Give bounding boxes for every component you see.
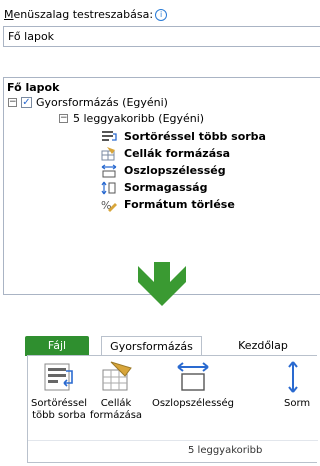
tab-checkbox[interactable]: ✓ [21, 97, 32, 108]
tree-command-item[interactable]: Oszlopszélesség [124, 164, 226, 177]
ribbon-body: Sortöréssel több sorba Cellák formázása … [27, 355, 320, 463]
ribbon-dropdown[interactable]: Fő lapok [3, 26, 320, 47]
down-arrow-icon [138, 262, 186, 306]
ribbon: Fájl Gyorsformázás Kezdőlap Sortöréssel … [0, 332, 318, 466]
ribbon-group-label: 5 leggyakoribb [188, 445, 263, 456]
customize-ribbon-label-text: Menüszalag testreszabása: [4, 8, 154, 21]
clear-format-icon: % [101, 199, 117, 212]
format-cells-icon [102, 361, 132, 391]
tree-command-item[interactable]: Sortöréssel több sorba [124, 130, 266, 143]
wrap-text-icon [102, 131, 117, 141]
ribbon-dropdown-value: Fő lapok [8, 30, 55, 43]
format-cells-button[interactable]: Cellák formázása [88, 360, 144, 422]
row-height-icon [288, 361, 298, 393]
tab-gyorsformazas[interactable]: Gyorsformázás [101, 336, 202, 355]
collapse-tab-expander[interactable]: − [8, 98, 17, 107]
tree-tab-node[interactable]: Gyorsformázás (Egyéni) [36, 96, 168, 109]
column-width-button[interactable]: Oszlopszélesség [146, 360, 240, 410]
tab-kezdolap[interactable]: Kezdőlap [228, 336, 298, 356]
group-separator [28, 440, 318, 441]
tab-file[interactable]: Fájl [25, 336, 89, 356]
wrap-text-label-1: Sortöréssel [30, 398, 87, 409]
format-cells-label-2: formázása [89, 410, 143, 421]
column-width-icon [177, 362, 209, 391]
row-height-button[interactable]: Sorm [284, 360, 320, 410]
wrap-text-button[interactable]: Sortöréssel több sorba [28, 360, 90, 422]
tree-title: Fő lapok [7, 81, 60, 94]
row-height-label: Sorm [284, 398, 311, 409]
tree-command-item[interactable]: Sormagasság [124, 181, 207, 194]
customize-ribbon-label: Menüszalag testreszabása: i [4, 8, 168, 21]
info-icon[interactable]: i [155, 9, 168, 21]
row-height-icon [101, 181, 116, 195]
column-width-icon [101, 164, 117, 178]
format-cells-icon [101, 147, 115, 161]
column-width-label: Oszlopszélesség [151, 398, 235, 409]
tree-command-item[interactable]: Cellák formázása [124, 147, 230, 160]
tree-group-node[interactable]: 5 leggyakoribb (Egyéni) [73, 112, 204, 125]
tree-command-item[interactable]: Formátum törlése [124, 198, 235, 211]
format-cells-label-1: Cellák [100, 398, 132, 409]
collapse-group-expander[interactable]: − [59, 114, 68, 123]
wrap-text-icon [44, 363, 73, 391]
wrap-text-label-2: több sorba [32, 410, 86, 421]
